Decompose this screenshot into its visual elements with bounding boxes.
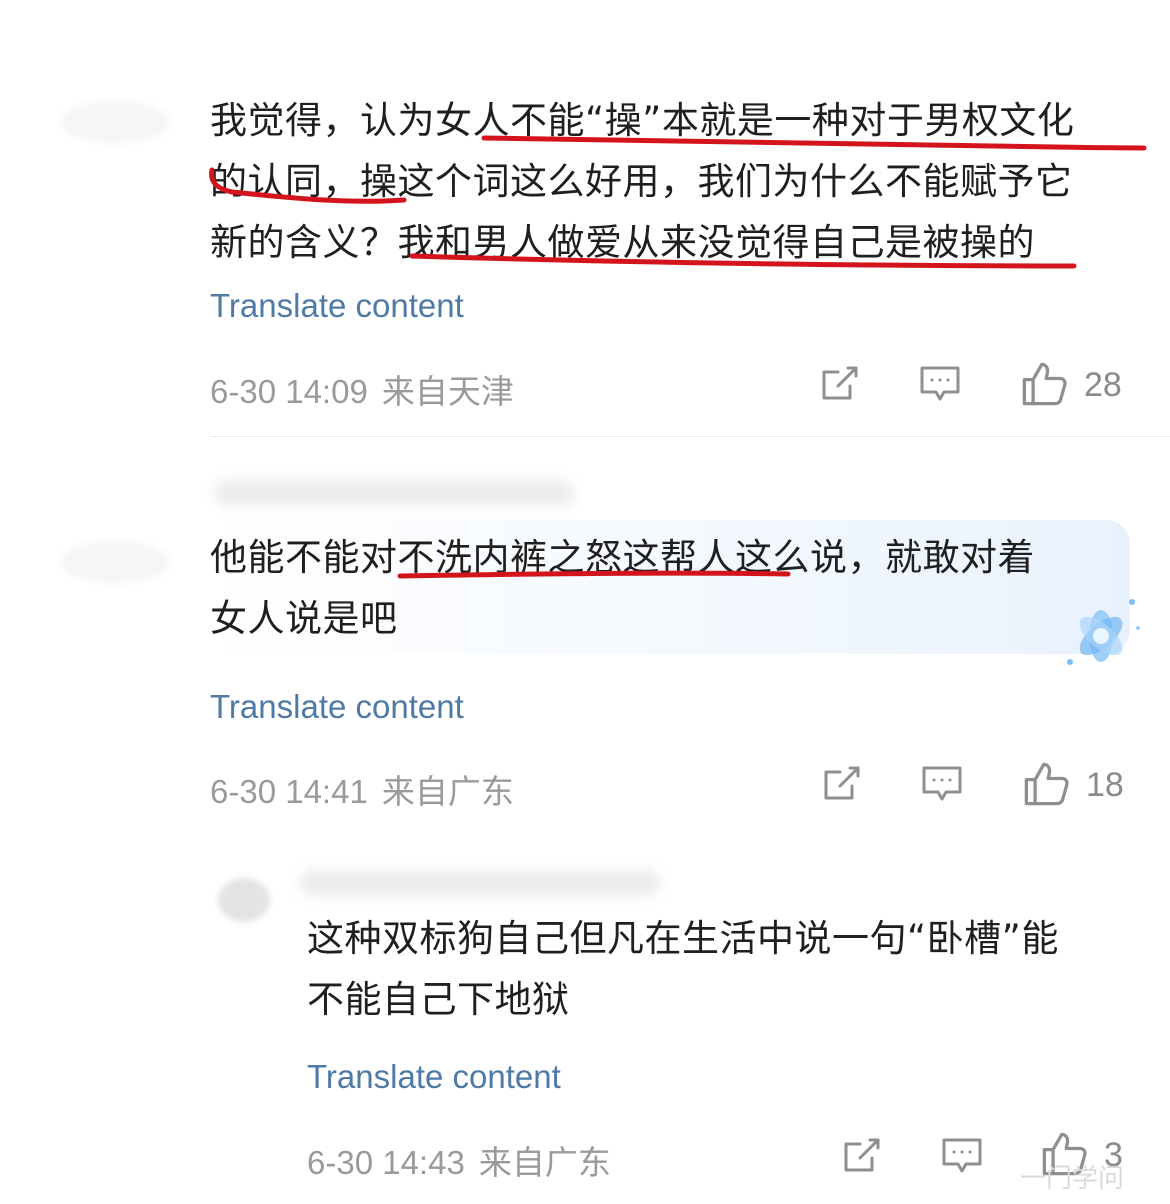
- comment-date: 6-30 14:41: [210, 773, 368, 810]
- share-icon: [844, 1138, 880, 1172]
- share-button[interactable]: [840, 1134, 884, 1178]
- share-button[interactable]: [818, 362, 862, 406]
- comment-text: 这种双标狗自己但凡在生活中说一句“卧槽”能 不能自己下地狱: [307, 917, 1059, 1021]
- like-button[interactable]: [1020, 360, 1068, 408]
- thumbs-up-icon: [1024, 762, 1069, 806]
- thumbs-up-icon: [1022, 362, 1067, 406]
- share-button[interactable]: [820, 762, 864, 806]
- watermark: 一门学问: [1020, 1164, 1125, 1194]
- share-icon: [824, 766, 860, 800]
- comment-location: 来自天津: [381, 373, 514, 410]
- comment-button[interactable]: [918, 362, 962, 406]
- flower-decoration-icon: [1058, 588, 1144, 674]
- avatar[interactable]: [218, 878, 270, 922]
- like-count: 18: [1086, 766, 1124, 804]
- share-icon: [822, 366, 858, 400]
- like-count: 28: [1084, 366, 1122, 404]
- comment-text: 他能不能对不洗内裤之怒这帮人这么说，就敢对着 女人说是吧: [210, 536, 1035, 640]
- comment-icon: [922, 766, 962, 801]
- comment-date: 6-30 14:43: [307, 1144, 465, 1181]
- username[interactable]: [214, 480, 574, 506]
- translate-link[interactable]: Translate content: [307, 1058, 561, 1096]
- comment-icon: [942, 1138, 982, 1173]
- comment-meta: 6-30 14:41 来自广东: [210, 765, 514, 813]
- comment-button[interactable]: [920, 762, 964, 806]
- comment-location: 来自广东: [478, 1144, 611, 1181]
- comment-icon: [920, 366, 960, 401]
- like-button[interactable]: [1022, 760, 1070, 808]
- translate-link[interactable]: Translate content: [210, 688, 464, 726]
- comment-meta: 6-30 14:09 来自天津: [210, 365, 514, 413]
- avatar[interactable]: [60, 100, 170, 144]
- username[interactable]: [300, 870, 660, 896]
- comment-text: 我觉得，认为女人不能“操”本就是一种对于男权文化 的认同，操这个词这么好用，我们…: [210, 99, 1075, 264]
- comment-meta: 6-30 14:43 来自广东: [307, 1136, 611, 1184]
- avatar[interactable]: [60, 540, 170, 584]
- comment-location: 来自广东: [381, 773, 514, 810]
- comment-button[interactable]: [940, 1134, 984, 1178]
- translate-link[interactable]: Translate content: [210, 287, 464, 325]
- divider: [210, 436, 1170, 437]
- comment-date: 6-30 14:09: [210, 373, 368, 410]
